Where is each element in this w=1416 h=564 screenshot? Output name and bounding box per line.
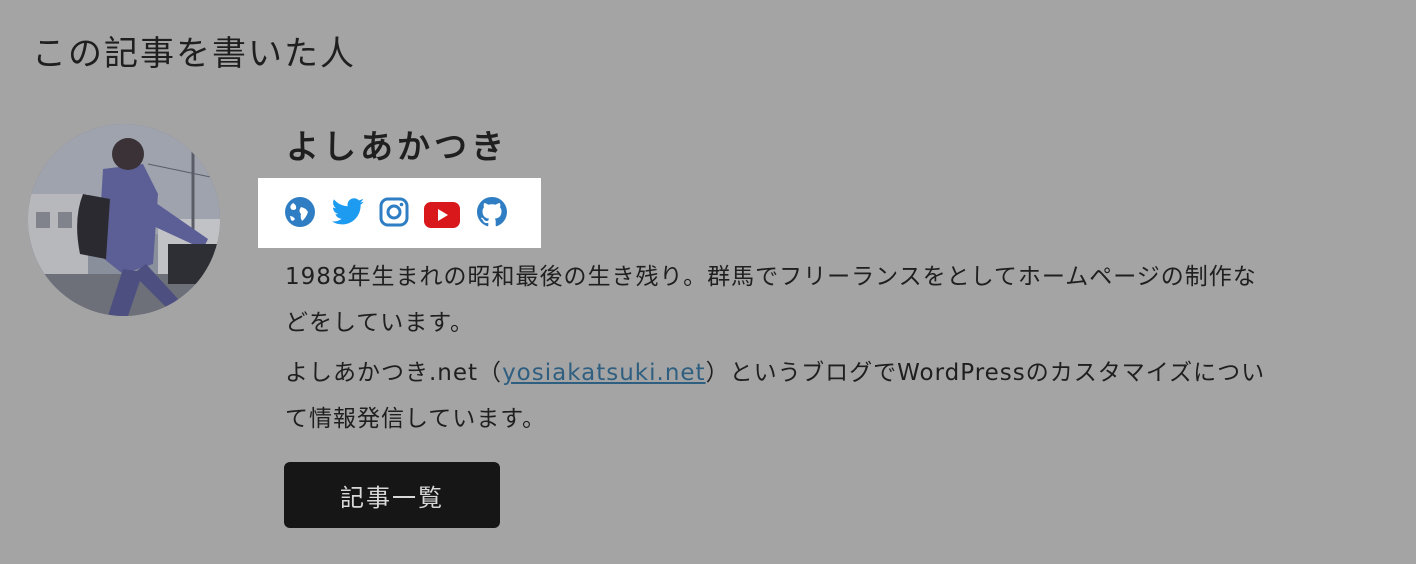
author-avatar: [28, 124, 220, 316]
article-list-button[interactable]: 記事一覧: [284, 462, 500, 528]
instagram-icon: [379, 197, 409, 227]
social-links: [258, 178, 541, 248]
bio-paragraph: よしあかつき.net（yosiakatsuki.net）というブログでWordP…: [285, 350, 1275, 442]
youtube-icon: [424, 202, 460, 228]
blog-link[interactable]: yosiakatsuki.net: [502, 360, 706, 386]
website-link[interactable]: [284, 196, 316, 228]
github-icon: [477, 197, 507, 227]
twitter-icon: [331, 198, 364, 225]
github-link[interactable]: [476, 196, 508, 228]
globe-icon: [285, 197, 315, 227]
bio-text: よしあかつき.net（: [285, 360, 503, 386]
bio-paragraph: 1988年生まれの昭和最後の生き残り。群馬でフリーランスをとしてホームページの制…: [285, 264, 1257, 336]
author-bio: 1988年生まれの昭和最後の生き残り。群馬でフリーランスをとしてホームページの制…: [285, 254, 1275, 446]
twitter-link[interactable]: [331, 196, 365, 228]
instagram-link[interactable]: [379, 196, 409, 228]
author-name: よしあかつき: [286, 127, 508, 166]
section-heading: この記事を書いた人: [32, 34, 356, 74]
youtube-link[interactable]: [424, 196, 460, 228]
